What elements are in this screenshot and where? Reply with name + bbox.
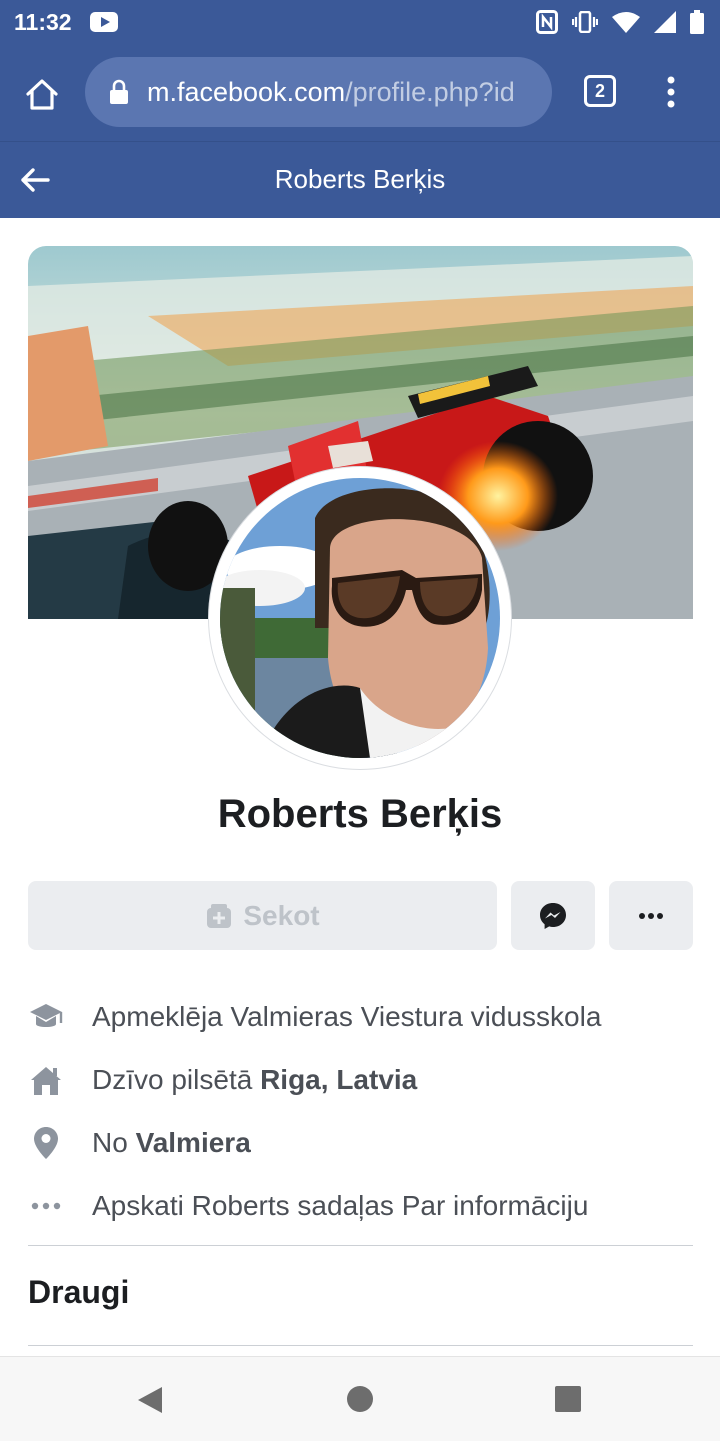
page-header: Roberts Berķis (0, 141, 720, 218)
page-title: Roberts Berķis (274, 164, 446, 194)
lock-icon (110, 79, 128, 104)
intro-residence-prefix: Dzīvo pilsētā (92, 1064, 261, 1095)
system-nav-bar (0, 1356, 720, 1441)
more-dots-icon (639, 912, 663, 919)
home-icon (28, 1062, 64, 1098)
follow-plus-icon (207, 903, 232, 928)
kebab-menu-icon[interactable] (660, 74, 682, 110)
friends-section-title: Draugi (28, 1274, 130, 1310)
nav-recents-icon[interactable] (555, 1386, 581, 1412)
intro-about-row[interactable]: Apskati Roberts sadaļas Par informāciju (28, 1186, 693, 1226)
intro-hometown-row: No Valmiera (28, 1123, 693, 1163)
tab-count: 2 (594, 80, 605, 101)
home-icon[interactable] (22, 74, 62, 114)
intro-about-link[interactable]: Apskati Roberts sadaļas Par informāciju (92, 1190, 588, 1222)
nav-back-icon[interactable] (136, 1385, 164, 1415)
url-path: /profile.php?id (345, 76, 515, 107)
more-dots-icon (28, 1188, 64, 1224)
location-pin-icon (28, 1125, 64, 1161)
tab-switcher-button[interactable]: 2 (584, 75, 616, 107)
browser-toolbar: m.facebook.com/profile.php?id 2 (0, 44, 720, 141)
status-bar: 11:32 (0, 0, 720, 44)
intro-residence-row: Dzīvo pilsētā Riga, Latvia (28, 1060, 693, 1100)
message-button[interactable] (511, 881, 595, 950)
avatar[interactable] (220, 478, 500, 758)
follow-label: Sekot (243, 899, 320, 931)
intro-hometown-city[interactable]: Valmiera (136, 1127, 251, 1159)
more-button[interactable] (609, 881, 693, 950)
section-divider (28, 1245, 693, 1246)
vibrate-icon (572, 11, 598, 33)
nav-home-icon[interactable] (347, 1386, 373, 1412)
url-bar[interactable]: m.facebook.com/profile.php?id (85, 57, 552, 127)
follow-button[interactable]: Sekot (28, 881, 497, 950)
youtube-notification-icon (89, 12, 118, 32)
section-divider (28, 1345, 693, 1346)
intro-education-text: Apmeklēja Valmieras Viestura vidusskola (92, 1001, 602, 1032)
intro-residence-city[interactable]: Riga, Latvia (260, 1064, 417, 1096)
avatar-photo (220, 478, 500, 758)
intro-hometown-prefix: No (92, 1127, 136, 1158)
messenger-icon (540, 902, 566, 929)
url-domain: m.facebook.com (147, 76, 346, 107)
graduation-cap-icon (28, 999, 64, 1035)
wifi-icon (612, 12, 640, 33)
intro-education-row: Apmeklēja Valmieras Viestura vidusskola (28, 997, 693, 1037)
battery-icon (690, 10, 704, 34)
cell-signal-icon (654, 11, 676, 33)
nfc-icon (536, 10, 558, 34)
profile-name: Roberts Berķis (217, 792, 503, 836)
status-time: 11:32 (14, 8, 72, 35)
